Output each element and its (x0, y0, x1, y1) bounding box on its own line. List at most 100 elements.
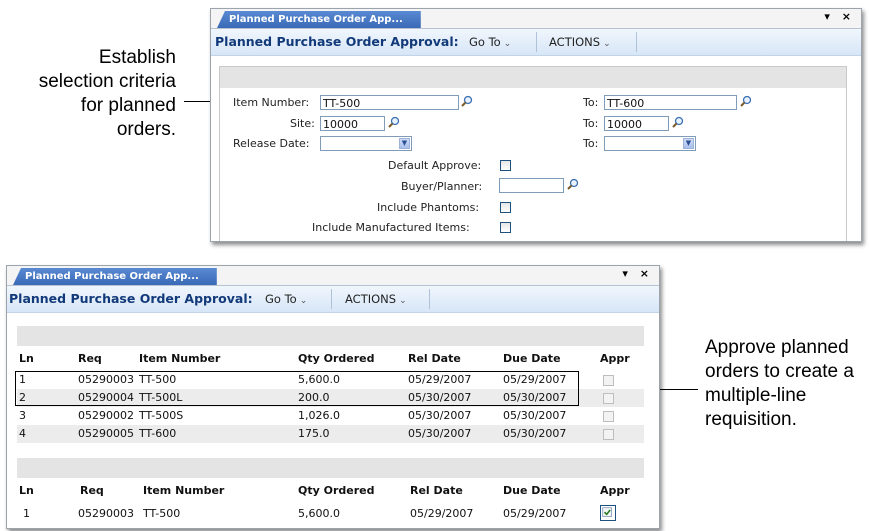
menu-goto[interactable]: Go To ⌄ (265, 292, 307, 306)
menu-separator (429, 289, 430, 309)
cell-ln: 4 (19, 427, 26, 440)
include-manufactured-checkbox[interactable] (500, 222, 511, 233)
window-controls[interactable]: ▾ × (824, 10, 855, 23)
cell-req: 05290005 (78, 427, 134, 440)
table-header-band (17, 326, 644, 346)
search-icon[interactable] (388, 116, 400, 128)
callout-selection-criteria: Establish selection criteria for planned… (10, 46, 176, 142)
cell-due-date: 05/30/2007 (503, 427, 567, 440)
column-header: Qty Ordered (298, 484, 375, 497)
column-header: Req (80, 484, 104, 497)
site-to-input[interactable]: 10000 (604, 116, 669, 131)
cell-item: TT-500 (143, 507, 181, 520)
column-header: Qty Ordered (298, 352, 375, 365)
cell-rel-date: 05/29/2007 (410, 507, 474, 520)
column-header: Due Date (503, 352, 561, 365)
item-number-label: Item Number: (233, 96, 310, 109)
column-header: Rel Date (410, 484, 463, 497)
release-date-to-label: To: (583, 137, 599, 150)
cell-due-date: 05/30/2007 (503, 409, 567, 422)
site-label: Site: (290, 117, 315, 130)
tab-planned-po-approval[interactable]: Planned Purchase Order App... (217, 11, 421, 28)
buyer-planner-label: Buyer/Planner: (401, 180, 483, 193)
column-header: Item Number (139, 352, 221, 365)
callout-line: for planned (80, 95, 176, 116)
chevron-down-icon: ⌄ (299, 296, 308, 306)
default-approve-label: Default Approve: (388, 159, 482, 172)
menu-bar: Planned Purchase Order Approval: Go To ⌄ … (7, 286, 659, 313)
menu-actions[interactable]: ACTIONS ⌄ (345, 292, 407, 306)
highlight-box (15, 371, 579, 406)
column-header: Rel Date (408, 352, 461, 365)
menu-title: Planned Purchase Order Approval: (9, 291, 253, 306)
callout-line: Approve planned (705, 337, 849, 358)
callout-line: selection criteria (38, 71, 176, 92)
table-header-band (17, 458, 644, 478)
menu-actions-label: ACTIONS (549, 35, 601, 49)
requisition-table: Ln Req Item Number Qty Ordered Rel Date … (17, 458, 644, 528)
column-header: Appr (600, 352, 630, 365)
item-number-to-label: To: (583, 96, 599, 109)
menu-separator (331, 289, 332, 309)
table-row[interactable]: 3 05290002 TT-500S 1,026.0 05/30/2007 05… (17, 407, 644, 425)
include-phantoms-checkbox[interactable] (500, 202, 511, 213)
item-number-to-input[interactable]: TT-600 (604, 95, 737, 110)
search-icon[interactable] (672, 116, 684, 128)
tab-strip: Planned Purchase Order App... ▾ × (211, 9, 861, 29)
column-header: Item Number (143, 484, 225, 497)
chevron-down-icon: ▼ (683, 138, 694, 149)
menu-goto[interactable]: Go To ⌄ (469, 35, 511, 49)
menu-actions[interactable]: ACTIONS ⌄ (549, 35, 611, 49)
selection-panel (219, 66, 847, 241)
search-icon[interactable] (740, 95, 752, 107)
callout-line: orders. (116, 119, 176, 140)
callout-approve-orders: Approve planned orders to create a multi… (705, 336, 870, 432)
search-icon[interactable] (567, 178, 579, 190)
table-row[interactable]: 4 05290005 TT-600 175.0 05/30/2007 05/30… (17, 425, 644, 443)
site-input[interactable]: 10000 (320, 116, 385, 131)
column-header: Appr (600, 484, 630, 497)
callout-line: Establish (98, 47, 176, 68)
chevron-down-icon: ⌄ (503, 39, 512, 49)
panel-header (220, 67, 846, 88)
cell-qty: 175.0 (298, 427, 330, 440)
tab-planned-po-approval[interactable]: Planned Purchase Order App... (13, 268, 217, 285)
release-date-label: Release Date: (233, 137, 310, 150)
column-header: Req (78, 352, 102, 365)
approve-checkbox[interactable] (603, 411, 614, 422)
cell-req: 05290002 (78, 409, 134, 422)
column-header: Ln (19, 484, 34, 497)
approve-checkbox[interactable] (603, 393, 614, 404)
approve-checkbox[interactable] (603, 375, 614, 386)
buyer-planner-input[interactable] (499, 178, 564, 193)
cell-rel-date: 05/30/2007 (408, 409, 472, 422)
window-controls[interactable]: ▾ × (622, 267, 653, 280)
menu-goto-label: Go To (265, 292, 297, 306)
callout-line: orders to create a (705, 361, 854, 382)
approval-window: Planned Purchase Order App... ▾ × Planne… (6, 265, 660, 529)
default-approve-checkbox[interactable] (500, 160, 511, 171)
menu-title: Planned Purchase Order Approval: (215, 34, 459, 49)
menu-bar: Planned Purchase Order Approval: Go To ⌄ … (211, 29, 861, 56)
menu-separator (536, 32, 537, 52)
cell-item: TT-600 (139, 427, 177, 440)
callout-line: requisition. (705, 409, 797, 430)
release-date-select[interactable]: ▼ (320, 136, 412, 151)
menu-separator (636, 32, 637, 52)
chevron-down-icon: ⌄ (603, 39, 611, 49)
release-date-to-select[interactable]: ▼ (604, 136, 696, 151)
search-icon[interactable] (461, 95, 473, 107)
table-row[interactable]: 1 05290003 TT-500 5,600.0 05/29/2007 05/… (17, 505, 644, 523)
cell-ln: 3 (19, 409, 26, 422)
callout-line: multiple-line (705, 385, 807, 406)
approve-checkbox[interactable] (603, 429, 614, 440)
include-phantoms-label: Include Phantoms: (377, 201, 480, 214)
selection-window: Planned Purchase Order App... ▾ × Planne… (210, 8, 862, 242)
item-number-input[interactable]: TT-500 (320, 95, 459, 110)
cell-qty: 5,600.0 (298, 507, 340, 520)
approve-checkbox[interactable] (600, 505, 616, 521)
tab-strip: Planned Purchase Order App... ▾ × (7, 266, 659, 286)
cell-req: 05290003 (78, 507, 134, 520)
cell-item: TT-500S (139, 409, 184, 422)
cell-rel-date: 05/30/2007 (408, 427, 472, 440)
